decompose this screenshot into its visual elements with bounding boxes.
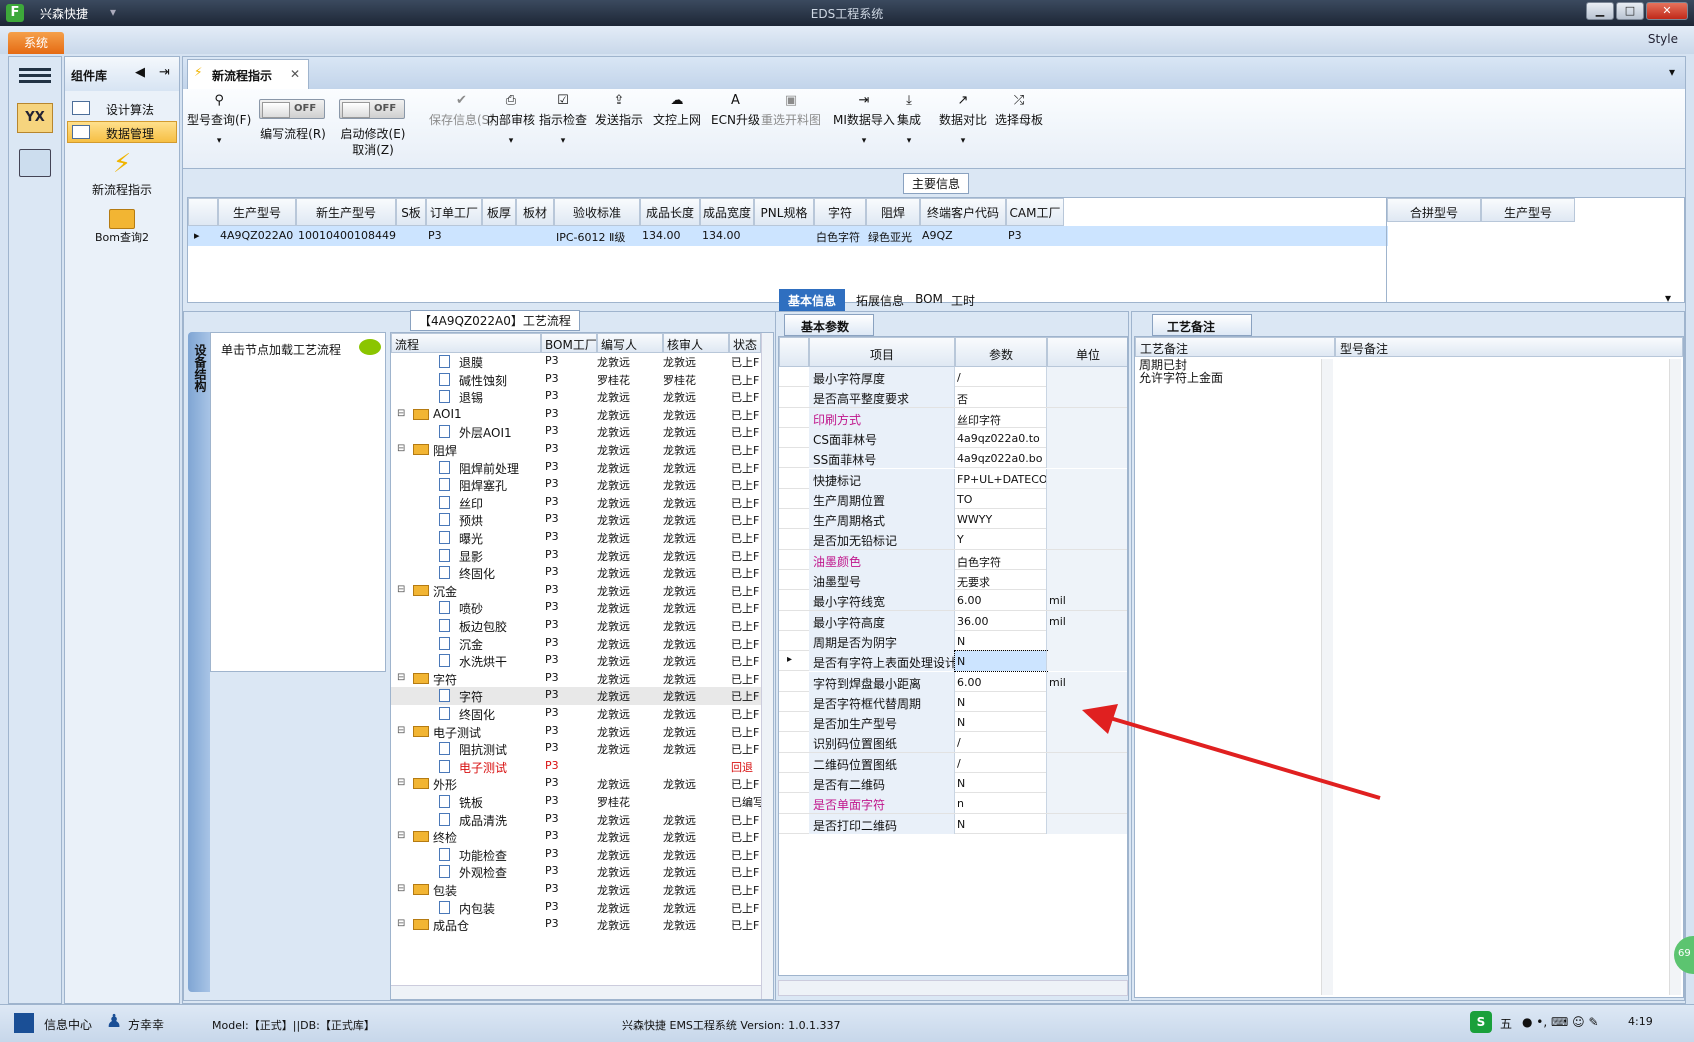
windows-grid-icon[interactable] [14,1013,34,1033]
user-icon: ♟ [106,1011,123,1032]
info-center-link[interactable]: 信息中心 [44,1016,92,1033]
ime-tools-icon[interactable]: ● •, ⌨ ☺ ✎ [1522,1015,1599,1029]
clock: 4:19 [1628,1015,1653,1028]
status-bar: 信息中心 ♟ 方幸幸 Model:【正式】||DB:【正式库】 兴森快捷 EMS… [0,1004,1694,1042]
input-method-icon[interactable]: S [1470,1011,1492,1033]
ime-mode[interactable]: 五 [1500,1015,1512,1032]
red-annotation-arrow [1082,704,1381,800]
current-user: 方幸幸 [128,1018,165,1032]
app-version: 兴森快捷 EMS工程系统 Version: 1.0.1.337 [622,1019,841,1032]
model-db-status: Model:【正式】||DB:【正式库】 [212,1019,375,1032]
